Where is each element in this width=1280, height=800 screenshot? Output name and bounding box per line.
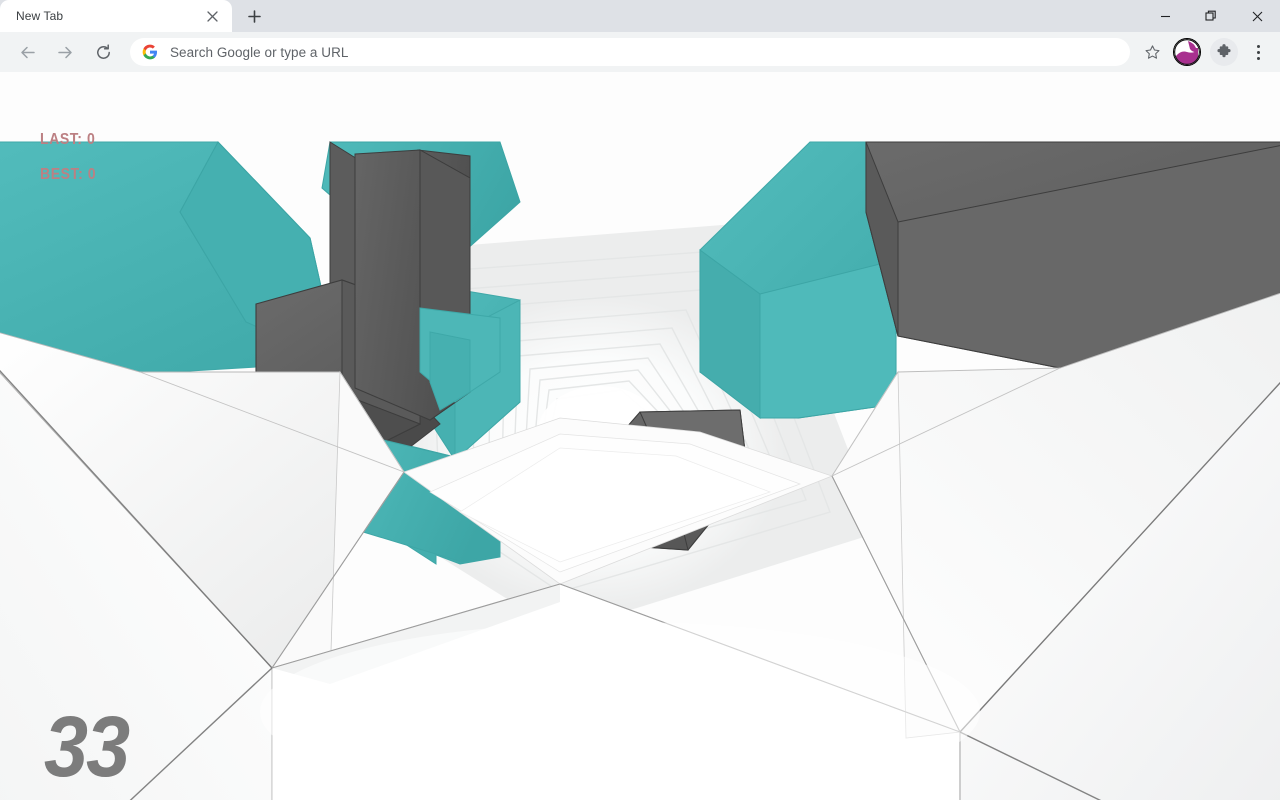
menu-dot xyxy=(1256,44,1260,48)
minimize-icon[interactable] xyxy=(1142,0,1188,32)
tab-title: New Tab xyxy=(16,9,64,23)
maximize-icon[interactable] xyxy=(1188,0,1234,32)
bookmark-star-icon[interactable] xyxy=(1138,38,1166,66)
omnibox[interactable]: Search Google or type a URL xyxy=(130,38,1130,66)
close-window-icon[interactable] xyxy=(1234,0,1280,32)
window-controls xyxy=(1142,0,1280,32)
chrome-menu-icon[interactable] xyxy=(1244,38,1272,66)
new-tab-button[interactable] xyxy=(240,2,268,30)
omnibox-placeholder: Search Google or type a URL xyxy=(170,44,349,60)
tunnel-scene-3d xyxy=(0,72,1280,800)
close-icon[interactable] xyxy=(202,6,222,26)
back-icon[interactable] xyxy=(13,38,41,66)
tab-strip: New Tab xyxy=(0,0,1280,32)
tab-new-tab[interactable]: New Tab xyxy=(0,0,232,32)
forward-icon[interactable] xyxy=(51,38,79,66)
game-viewport[interactable]: LAST: 0 BEST: 0 33 xyxy=(0,72,1280,800)
menu-dot xyxy=(1256,50,1260,54)
google-g-icon xyxy=(142,44,158,60)
reload-icon[interactable] xyxy=(89,38,117,66)
browser-toolbar: Search Google or type a URL xyxy=(0,32,1280,72)
browser-window: New Tab Search Google or type a URL LAST… xyxy=(0,0,1280,800)
profile-avatar[interactable] xyxy=(1173,38,1201,66)
menu-dot xyxy=(1256,56,1260,60)
extensions-puzzle-icon[interactable] xyxy=(1210,38,1238,66)
